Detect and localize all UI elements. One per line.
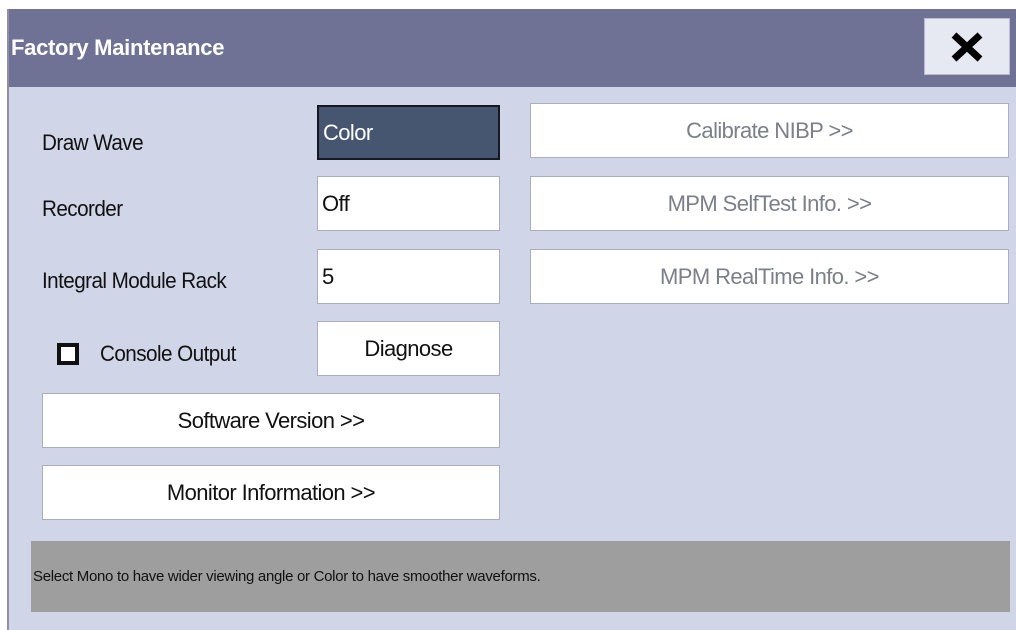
title-bar: Factory Maintenance <box>9 9 1016 87</box>
draw-wave-select[interactable]: Color <box>317 105 500 160</box>
draw-wave-label: Draw Wave <box>42 130 144 155</box>
dialog-title: Factory Maintenance <box>11 35 225 60</box>
factory-maintenance-dialog: Factory Maintenance Draw Wave Color Reco… <box>7 9 1016 630</box>
recorder-label: Recorder <box>42 196 123 221</box>
calibrate-nibp-button[interactable]: Calibrate NIBP >> <box>530 103 1009 158</box>
integral-module-rack-select[interactable]: 5 <box>317 249 500 304</box>
monitor-information-button[interactable]: Monitor Information >> <box>42 465 500 520</box>
help-text: Select Mono to have wider viewing angle … <box>33 568 541 585</box>
mpm-realtime-info-button[interactable]: MPM RealTime Info. >> <box>530 249 1009 304</box>
help-status-bar: Select Mono to have wider viewing angle … <box>31 541 1010 612</box>
console-output-checkbox[interactable] <box>57 343 79 365</box>
software-version-button[interactable]: Software Version >> <box>42 393 500 448</box>
close-icon <box>951 31 983 62</box>
recorder-select[interactable]: Off <box>317 176 500 231</box>
integral-module-rack-label: Integral Module Rack <box>42 268 227 293</box>
console-output-label: Console Output <box>100 341 236 366</box>
mpm-selftest-info-button[interactable]: MPM SelfTest Info. >> <box>530 176 1009 231</box>
close-button[interactable] <box>924 18 1010 75</box>
diagnose-button[interactable]: Diagnose <box>317 321 500 376</box>
